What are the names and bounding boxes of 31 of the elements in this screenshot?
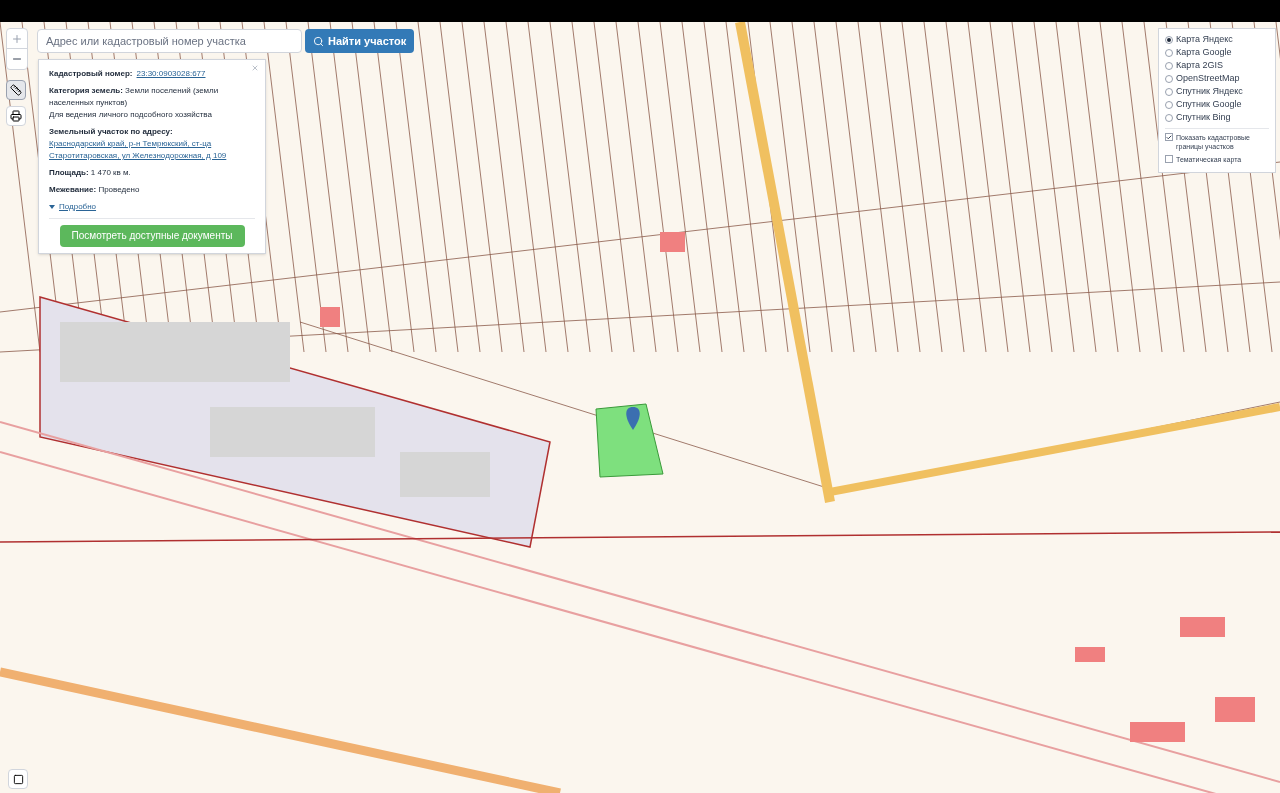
printer-icon	[10, 110, 22, 122]
layer-option[interactable]: Карта Google	[1165, 46, 1269, 59]
fullscreen-button[interactable]	[8, 769, 28, 789]
info-field: Площадь: 1 470 кв м.	[49, 167, 255, 179]
info-label: Кадастровый номер:	[49, 68, 133, 80]
print-button[interactable]	[6, 106, 26, 126]
checkbox[interactable]	[1165, 133, 1173, 141]
layer-option[interactable]: Карта Яндекс	[1165, 33, 1269, 46]
layer-option[interactable]: Карта 2GIS	[1165, 59, 1269, 72]
find-parcel-button[interactable]: Найти участок	[305, 29, 415, 53]
caret-icon	[49, 205, 55, 209]
info-field: Категория земель: Земли поселений (земли населенных пунктов)	[49, 85, 255, 109]
close-icon	[251, 64, 259, 72]
ruler-icon	[10, 84, 22, 96]
layer-option[interactable]: Спутник Bing	[1165, 111, 1269, 124]
close-button[interactable]	[251, 64, 259, 72]
layer-option[interactable]: Спутник Google	[1165, 98, 1269, 111]
layer-option[interactable]: OpenStreetMap	[1165, 72, 1269, 85]
details-toggle[interactable]: Подробно	[49, 201, 97, 213]
info-label: Земельный участок по адресу:	[49, 126, 173, 138]
checkbox[interactable]	[1165, 155, 1173, 163]
search-icon	[313, 35, 324, 47]
square-icon	[12, 773, 24, 785]
search-field[interactable]: Адрес или кадастровый номер участка	[37, 29, 302, 53]
measure-button[interactable]	[6, 80, 26, 100]
plus-icon	[11, 32, 23, 45]
info-link[interactable]: Краснодарский край, р-н Темрюкский, ст-ца Старотитаровская, ул Железнодорожная, д 109	[49, 138, 243, 162]
info-note: Для ведения личного подсобного хозяйства	[49, 109, 213, 121]
info-field: Межевание: Проведено	[49, 184, 255, 196]
layer-option[interactable]: Спутник Яндекс	[1165, 85, 1269, 98]
info-link[interactable]: 23:30:0903028:677	[136, 68, 206, 80]
